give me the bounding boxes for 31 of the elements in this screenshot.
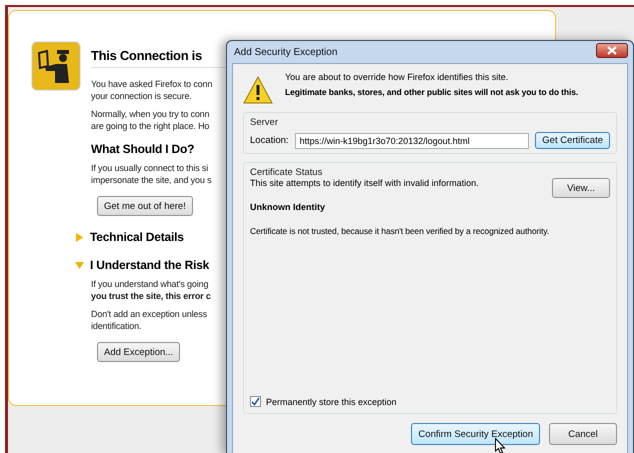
get-me-out-button[interactable]: Get me out of here! [97,196,193,216]
cancel-button[interactable]: Cancel [549,423,617,445]
certificate-detail: Certificate is not trusted, because it hasn't been verified by a recognized authority. [250,226,550,236]
paragraph: If you understand what's going you trust the site, this error c [91,278,211,302]
section-heading[interactable]: I Understand the Risk [90,258,210,272]
paragraph: Normally, when you try to conn are going to the right place. Ho [91,108,210,132]
officer-icon [31,41,81,91]
get-certificate-button[interactable]: Get Certificate [535,132,610,149]
paragraph: If you usually connect to this si impersonate the site, and you s [91,162,212,186]
checkbox[interactable] [250,396,261,407]
window-title: Add Security Exception [233,46,338,58]
paragraph: Don't add an exception unless identification. [91,308,207,332]
close-icon[interactable] [607,46,617,54]
confirm-button[interactable]: Confirm Security Exception [411,423,540,445]
paragraph: You have asked Firefox to conn your connection is secure. [91,78,212,102]
location-label: Location: [250,135,289,146]
status-text: This site attempts to identify itself with invalid information. [250,178,479,188]
section-heading: What Should I Do? [91,142,194,156]
section-heading[interactable]: Technical Details [90,230,184,244]
add-exception-button[interactable]: Add Exception... [97,342,180,362]
identity-heading: Unknown Identity [250,202,326,212]
warning-text: Legitimate banks, stores, and other public sites will not ask you to do this. [285,87,578,97]
checkbox-label[interactable]: Permanently store this exception [266,396,397,406]
group-legend: Certificate Status [250,167,610,178]
warning-icon [243,76,273,104]
close-button[interactable] [596,42,628,58]
view-button[interactable]: View... [552,178,610,198]
cursor-icon [495,438,506,453]
location-field[interactable]: https://win-k19bg1r3o70:20132/logout.html [294,132,530,148]
group-legend: Server [250,117,610,128]
message-text: You are about to override how Firefox identifies this site. [285,72,510,82]
